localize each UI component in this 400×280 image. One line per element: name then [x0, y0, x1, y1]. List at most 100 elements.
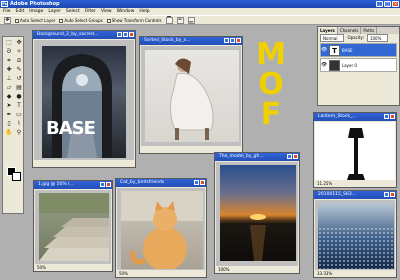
close-button[interactable]: [236, 38, 241, 43]
close-button[interactable]: [390, 192, 395, 197]
move-tool-icon[interactable]: ✥: [14, 38, 24, 47]
move-tool-icon[interactable]: ✥: [4, 16, 11, 24]
document-title-sunset[interactable]: The_model_by_gh...: [215, 153, 299, 161]
hand-tool-icon[interactable]: ✋: [4, 128, 14, 137]
maximize-button[interactable]: [123, 32, 128, 37]
clone-stamp-tool-icon[interactable]: ⊥: [4, 74, 14, 83]
minimize-button[interactable]: [384, 114, 389, 119]
shape-tool-icon[interactable]: ▭: [14, 110, 24, 119]
document-canvas[interactable]: [35, 190, 111, 264]
tab-paths[interactable]: Paths: [361, 27, 378, 34]
document-window-cat[interactable]: Cat_by_birdsfriends 50%: [115, 178, 207, 278]
minimize-button[interactable]: _: [376, 1, 383, 7]
document-title-text: Sorted_Stock_by_s...: [144, 38, 191, 43]
document-canvas[interactable]: [315, 200, 395, 270]
background-color-swatch[interactable]: [12, 172, 21, 181]
type-tool-icon[interactable]: T: [14, 101, 24, 110]
document-window-sunset[interactable]: The_model_by_gh... 100%: [214, 152, 300, 274]
blur-tool-icon[interactable]: ◆: [4, 92, 14, 101]
eraser-tool-icon[interactable]: ▱: [4, 83, 14, 92]
document-canvas[interactable]: [216, 162, 298, 266]
menu-file[interactable]: File: [3, 8, 11, 15]
layers-controls: Normal Opacity: 100%: [318, 34, 399, 42]
align-bottom-icon[interactable]: ▁: [187, 16, 195, 24]
crop-tool-icon[interactable]: ⌗: [4, 56, 14, 65]
minimize-button[interactable]: [287, 154, 292, 159]
menu-window[interactable]: Window: [117, 8, 135, 15]
minimize-button[interactable]: [117, 32, 122, 37]
minimize-button[interactable]: [194, 180, 199, 185]
slice-tool-icon[interactable]: ⧄: [14, 56, 24, 65]
path-selection-tool-icon[interactable]: ➤: [4, 101, 14, 110]
dodge-tool-icon[interactable]: ●: [14, 92, 24, 101]
close-button[interactable]: [293, 154, 298, 159]
document-canvas[interactable]: BASE: [34, 40, 134, 160]
close-button[interactable]: [106, 182, 111, 187]
close-button[interactable]: ×: [392, 1, 399, 7]
close-button[interactable]: [390, 114, 395, 119]
history-brush-tool-icon[interactable]: ↺: [14, 74, 24, 83]
gradient-tool-icon[interactable]: ▤: [14, 83, 24, 92]
layer-name[interactable]: Layer 0: [342, 63, 357, 68]
document-window-sorted-stock[interactable]: Sorted_Stock_by_s...: [139, 36, 243, 154]
visibility-eye-icon[interactable]: 👁: [321, 47, 327, 53]
visibility-eye-icon[interactable]: 👁: [321, 62, 327, 68]
close-button[interactable]: [200, 180, 205, 185]
lasso-tool-icon[interactable]: ᘐ: [4, 47, 14, 56]
minimize-button[interactable]: [100, 182, 105, 187]
document-canvas[interactable]: [117, 188, 205, 270]
healing-brush-tool-icon[interactable]: ✚: [4, 65, 14, 74]
document-title-text: Lantern_Stock_...: [318, 114, 357, 119]
document-canvas[interactable]: [141, 46, 241, 146]
blend-mode-select[interactable]: Normal: [320, 34, 345, 42]
magic-wand-tool-icon[interactable]: ✧: [14, 47, 24, 56]
notes-tool-icon[interactable]: ▯: [4, 119, 14, 128]
menu-layer[interactable]: Layer: [48, 8, 61, 15]
show-transform-option[interactable]: Show Transform Controls: [106, 18, 162, 23]
marquee-tool-icon[interactable]: ⬚: [4, 38, 14, 47]
close-button[interactable]: [129, 32, 134, 37]
layers-panel-tabs: Layers Channels Paths: [318, 27, 399, 34]
menu-view[interactable]: View: [101, 8, 112, 15]
maximize-button[interactable]: □: [384, 1, 391, 7]
document-title-sorted-stock[interactable]: Sorted_Stock_by_s...: [140, 37, 242, 45]
auto-select-groups-checkbox[interactable]: [59, 18, 64, 23]
maximize-button[interactable]: [230, 38, 235, 43]
layer-row-layer-0[interactable]: 👁 Layer 0: [320, 58, 397, 72]
document-title-texture[interactable]: 20100115_S63...: [314, 191, 396, 199]
layer-row-base[interactable]: 👁 T BASE: [320, 43, 397, 57]
eyedropper-tool-icon[interactable]: ⌇: [14, 119, 24, 128]
auto-select-layer-option[interactable]: Auto Select Layer: [15, 18, 55, 23]
document-title-lantern[interactable]: Lantern_Stock_...: [314, 113, 396, 121]
document-window-lantern[interactable]: Lantern_Stock_... 11.25%: [313, 112, 397, 188]
tab-channels[interactable]: Channels: [338, 27, 362, 34]
document-title-stairs[interactable]: 1.jpg @ 50% (...: [34, 181, 112, 189]
menu-image[interactable]: Image: [29, 8, 43, 15]
archway-graphic: [52, 54, 112, 158]
document-status: [34, 160, 134, 167]
zoom-tool-icon[interactable]: ⚲: [14, 128, 24, 137]
menu-filter[interactable]: Filter: [85, 8, 96, 15]
document-window-background[interactable]: Background_2_by_sacred... BASE: [32, 30, 136, 168]
minimize-button[interactable]: [224, 38, 229, 43]
menu-help[interactable]: Help: [139, 8, 149, 15]
brush-tool-icon[interactable]: ✎: [14, 65, 24, 74]
document-window-texture[interactable]: 20100115_S63... 33.33%: [313, 190, 397, 278]
document-canvas[interactable]: [315, 122, 395, 180]
align-top-icon[interactable]: ▔: [165, 16, 173, 24]
document-title-background[interactable]: Background_2_by_sacred...: [33, 31, 135, 39]
show-transform-checkbox[interactable]: [106, 18, 111, 23]
document-title-cat[interactable]: Cat_by_birdsfriends: [116, 179, 206, 187]
opacity-field[interactable]: 100%: [366, 34, 389, 42]
document-window-stairs[interactable]: 1.jpg @ 50% (... 50%: [33, 180, 113, 272]
pen-tool-icon[interactable]: ✒: [4, 110, 14, 119]
minimize-button[interactable]: [384, 192, 389, 197]
menu-edit[interactable]: Edit: [16, 8, 25, 15]
menu-select[interactable]: Select: [66, 8, 80, 15]
layer-name[interactable]: BASE: [342, 48, 353, 53]
tab-layers[interactable]: Layers: [318, 27, 338, 34]
auto-select-groups-option[interactable]: Auto Select Groups: [59, 18, 103, 23]
auto-select-layer-checkbox[interactable]: [15, 18, 19, 23]
seated-woman-graphic: [169, 58, 214, 140]
align-middle-icon[interactable]: ═: [176, 16, 184, 24]
